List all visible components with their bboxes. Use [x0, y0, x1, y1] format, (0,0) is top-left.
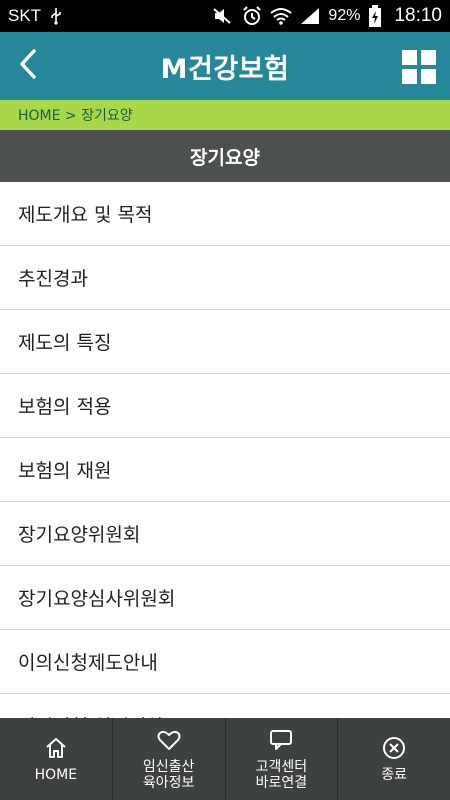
menu-item-appeal-guide[interactable]: 이의신청제도안내 — [0, 630, 450, 694]
status-bar: SKT 92% 18:10 — [0, 0, 450, 32]
menu-item-features[interactable]: 제도의 특징 — [0, 310, 450, 374]
alarm-icon — [242, 6, 262, 26]
battery-percent: 92% — [328, 7, 361, 24]
signal-icon — [300, 7, 320, 25]
carrier-label: SKT — [8, 6, 42, 25]
menu-item-coverage[interactable]: 보험의 적용 — [0, 374, 450, 438]
close-circle-icon — [381, 735, 407, 761]
nav-home-label: HOME — [34, 767, 78, 783]
app-header: M건강보험 — [0, 32, 450, 100]
menu-list[interactable]: 제도개요 및 목적 추진경과 제도의 특징 보험의 적용 보험의 재원 장기요양… — [0, 182, 450, 718]
menu-item-committee[interactable]: 장기요양위원회 — [0, 502, 450, 566]
menu-item-appeal-process[interactable]: 이의신청 처리절차 — [0, 694, 450, 718]
home-icon — [43, 735, 69, 761]
menu-item-overview[interactable]: 제도개요 및 목적 — [0, 182, 450, 246]
mute-icon — [212, 7, 234, 25]
page-title: 장기요양 — [0, 130, 450, 182]
heart-icon — [156, 727, 182, 753]
chevron-left-icon — [18, 48, 38, 84]
wifi-icon — [270, 7, 293, 25]
grid-menu-button[interactable] — [402, 50, 436, 84]
clock: 18:10 — [394, 5, 442, 26]
bottom-nav: HOME 임신출산 육아정보 고객센터 바로연결 종료 — [0, 718, 450, 800]
usb-icon — [49, 7, 63, 25]
back-button[interactable] — [12, 46, 44, 86]
nav-home-button[interactable]: HOME — [0, 718, 113, 800]
app-title: M건강보험 — [160, 53, 290, 85]
nav-exit-label: 종료 — [381, 767, 407, 783]
nav-pregnancy-label: 임신출산 육아정보 — [142, 759, 195, 791]
breadcrumb: HOME > 장기요양 — [0, 100, 450, 130]
chat-icon — [268, 727, 294, 753]
nav-customer-center-button[interactable]: 고객센터 바로연결 — [226, 718, 339, 800]
nav-exit-button[interactable]: 종료 — [338, 718, 450, 800]
menu-item-history[interactable]: 추진경과 — [0, 246, 450, 310]
menu-item-review-committee[interactable]: 장기요양심사위원회 — [0, 566, 450, 630]
nav-pregnancy-button[interactable]: 임신출산 육아정보 — [113, 718, 226, 800]
grid-menu-icon — [402, 50, 417, 65]
menu-item-funding[interactable]: 보험의 재원 — [0, 438, 450, 502]
battery-charging-icon — [368, 5, 382, 27]
nav-customer-center-label: 고객센터 바로연결 — [255, 759, 308, 791]
